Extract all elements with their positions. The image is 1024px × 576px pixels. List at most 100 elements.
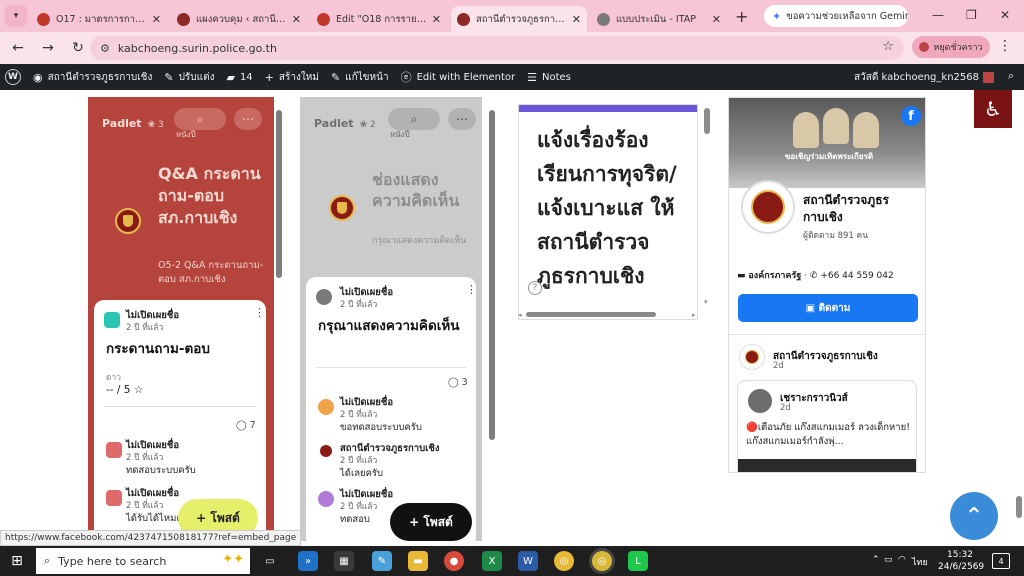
- reload-icon[interactable]: ↻: [66, 40, 90, 56]
- address-bar[interactable]: ⚙ kabchoeng.surin.police.go.th ☆: [90, 36, 904, 60]
- taskbar-clock[interactable]: 15:32 24/6/2569: [938, 549, 984, 573]
- wp-customize[interactable]: ✎ ปรับแต่ง: [164, 70, 214, 85]
- padlet-more-button[interactable]: ⋯: [234, 108, 262, 130]
- scroll-left-icon[interactable]: ◂: [518, 311, 522, 319]
- bookmark-star-icon[interactable]: ☆: [882, 39, 894, 54]
- back-arrow-icon[interactable]: ←: [6, 40, 30, 56]
- tab-1[interactable]: O17 : มาตรการการแก้ไข ✕: [31, 6, 167, 32]
- restore-icon[interactable]: ❐: [966, 8, 977, 22]
- close-icon[interactable]: ✕: [292, 13, 301, 26]
- wp-comments[interactable]: ▰ 14: [226, 71, 252, 84]
- wp-site-name[interactable]: ◉ สถานีตำรวจภูธรกาบเชิง: [33, 70, 152, 85]
- page-scrollbar[interactable]: [1016, 496, 1022, 518]
- scroll-down-icon[interactable]: ▾: [704, 298, 708, 306]
- add-post-button[interactable]: + โพสต์: [390, 503, 472, 541]
- padlet-embed-comments[interactable]: Padlet ❀ 2 ⌕ หนังปี ⋯ ช่องแสดงความคิดเห็น…: [300, 97, 482, 541]
- close-icon[interactable]: ✕: [432, 13, 441, 26]
- calculator-icon[interactable]: ▦: [334, 551, 354, 571]
- notepad-icon[interactable]: ✎: [372, 551, 392, 571]
- paused-profile-button[interactable]: หยุดชั่วคราว: [912, 36, 990, 58]
- new-tab-button[interactable]: +: [735, 7, 748, 26]
- more-vertical-icon[interactable]: ⋮: [466, 283, 476, 296]
- chrome-icon[interactable]: ◎: [554, 551, 574, 571]
- excel-icon[interactable]: X: [482, 551, 502, 571]
- minimize-icon[interactable]: —: [932, 8, 944, 22]
- notification-count: 4: [998, 556, 1004, 566]
- task-view-icon[interactable]: ▭: [260, 551, 280, 571]
- more-vertical-icon[interactable]: ⋮: [254, 306, 265, 319]
- facebook-profile-picture[interactable]: [741, 180, 795, 234]
- facebook-follow-button[interactable]: ▣ ติดตาม: [738, 294, 918, 322]
- frame-vertical-scrollbar[interactable]: [704, 108, 710, 134]
- padlet-brand-label: Padlet: [102, 117, 142, 130]
- forward-arrow-icon[interactable]: →: [36, 40, 60, 56]
- post-author-avatar[interactable]: [748, 389, 772, 413]
- gemini-button[interactable]: ✦ ขอความช่วยเหลือจาก Gemini: [764, 5, 908, 27]
- tab-2[interactable]: แผงควบคุม ‹ สถานีตำรวจ ✕: [171, 6, 307, 32]
- help-icon[interactable]: ?: [528, 281, 542, 295]
- padlet-more-button[interactable]: ⋯: [448, 108, 476, 130]
- tab-4-active[interactable]: สถานีตำรวจภูธรกาบเชิง ✕: [451, 6, 587, 32]
- search-icon: ⌕: [410, 111, 418, 126]
- wp-notes[interactable]: ☰ Notes: [527, 71, 571, 84]
- wp-elementor[interactable]: ⓔ Edit with Elementor: [401, 69, 516, 85]
- padlet1-scrollbar[interactable]: [276, 110, 282, 278]
- tab-title: O17 : มาตรการการแก้ไข: [56, 13, 148, 25]
- post-image[interactable]: [738, 459, 916, 472]
- taskbar-search-box[interactable]: ⌕ Type here to search ✦✦: [36, 548, 250, 574]
- language-indicator[interactable]: ไทย: [912, 555, 928, 569]
- chrome-active-icon[interactable]: ◎: [592, 551, 612, 571]
- padlet-post-card[interactable]: ไม่เปิดเผยชื่อ 2 ปี ที่แล้ว ⋮ กรุณาแสดงค…: [306, 277, 476, 541]
- padlet2-scrollbar[interactable]: [489, 110, 495, 440]
- star-icon[interactable]: ☆: [134, 384, 143, 396]
- wp-new[interactable]: + สร้างใหม่: [265, 70, 319, 85]
- url-text[interactable]: kabchoeng.surin.police.go.th: [118, 42, 277, 55]
- network-icon[interactable]: ▭: [884, 555, 893, 565]
- facebook-page-plugin[interactable]: ขอเชิญร่วมเทิดพระเกียรติ f สถานีตำรวจภูธ…: [728, 97, 926, 473]
- wordpress-logo-icon[interactable]: W: [5, 69, 21, 85]
- facebook-shared-post[interactable]: เชราะกราวนิวส์ 2d 🔴เตือนภัย แก๊งสแกมเมอร…: [737, 380, 917, 472]
- window-close-icon[interactable]: ✕: [1000, 8, 1010, 22]
- line-icon[interactable]: L: [628, 551, 648, 571]
- report-corruption-frame[interactable]: แจ้งเรื่องร้องเรียนการทุจริต/แจ้งเบาะแส …: [518, 104, 698, 320]
- tab-search-icon[interactable]: ▾: [5, 5, 27, 27]
- wp-customize-label: ปรับแต่ง: [178, 71, 215, 83]
- scroll-right-icon[interactable]: ▸: [692, 311, 696, 319]
- tab-3[interactable]: Edit "O18 การรายงาน ✕: [311, 6, 447, 32]
- comment-count[interactable]: ◯ 3: [448, 377, 468, 388]
- scroll-to-top-button[interactable]: ⌃: [950, 492, 998, 540]
- notification-center-icon[interactable]: 4: [992, 553, 1010, 569]
- search-icon[interactable]: ⌕: [1008, 69, 1014, 83]
- wp-edit-page[interactable]: ✎ แก้ไขหน้า: [331, 70, 389, 85]
- close-icon[interactable]: ✕: [152, 13, 161, 26]
- feed-page-avatar[interactable]: [739, 344, 765, 370]
- power-automate-icon[interactable]: »: [298, 551, 318, 571]
- comment-count[interactable]: ◯ 7: [236, 420, 256, 431]
- feed-page-name[interactable]: สถานีตำรวจภูธรกาบเชิง: [773, 349, 878, 364]
- word-icon[interactable]: W: [518, 551, 538, 571]
- accessibility-button[interactable]: ♿: [974, 90, 1012, 128]
- padlet-embed-qa[interactable]: Padlet ❀ 3 ⌕ หนังปี ⋯ Q&A กระดานถาม-ตอบ ส…: [88, 97, 274, 541]
- close-icon[interactable]: ✕: [712, 13, 721, 26]
- wifi-icon[interactable]: ◠: [898, 555, 906, 565]
- elementor-icon: ⓔ: [400, 71, 412, 84]
- close-icon[interactable]: ✕: [572, 13, 581, 26]
- rating[interactable]: -- / 5 ☆: [106, 384, 143, 396]
- tray-chevron-icon[interactable]: ⌃: [872, 555, 880, 565]
- padlet-search-button[interactable]: ⌕: [174, 108, 226, 130]
- padlet-search-button[interactable]: ⌕: [388, 108, 440, 130]
- frame-horizontal-scrollbar[interactable]: [526, 312, 656, 317]
- windows-start-icon[interactable]: ⊞: [0, 553, 34, 569]
- facebook-page-name[interactable]: สถานีตำรวจภูธรกาบเชิง: [803, 192, 923, 226]
- browser-menu-icon[interactable]: ⋮: [998, 38, 1012, 54]
- facebook-logo-icon[interactable]: f: [901, 106, 921, 126]
- facebook-cover-image[interactable]: ขอเชิญร่วมเทิดพระเกียรติ: [729, 98, 925, 188]
- tab-title: สถานีตำรวจภูธรกาบเชิง: [476, 13, 568, 25]
- file-explorer-icon[interactable]: ▬: [408, 551, 428, 571]
- portrait-figure: [793, 112, 819, 148]
- tab-5[interactable]: แบบประเมิน - ITAP ✕: [591, 6, 727, 32]
- police-badge-icon: [329, 195, 355, 221]
- wp-account[interactable]: สวัสดี kabchoeng_kn2568: [854, 70, 994, 85]
- media-app-icon[interactable]: ●: [444, 551, 464, 571]
- site-settings-icon[interactable]: ⚙: [100, 42, 110, 55]
